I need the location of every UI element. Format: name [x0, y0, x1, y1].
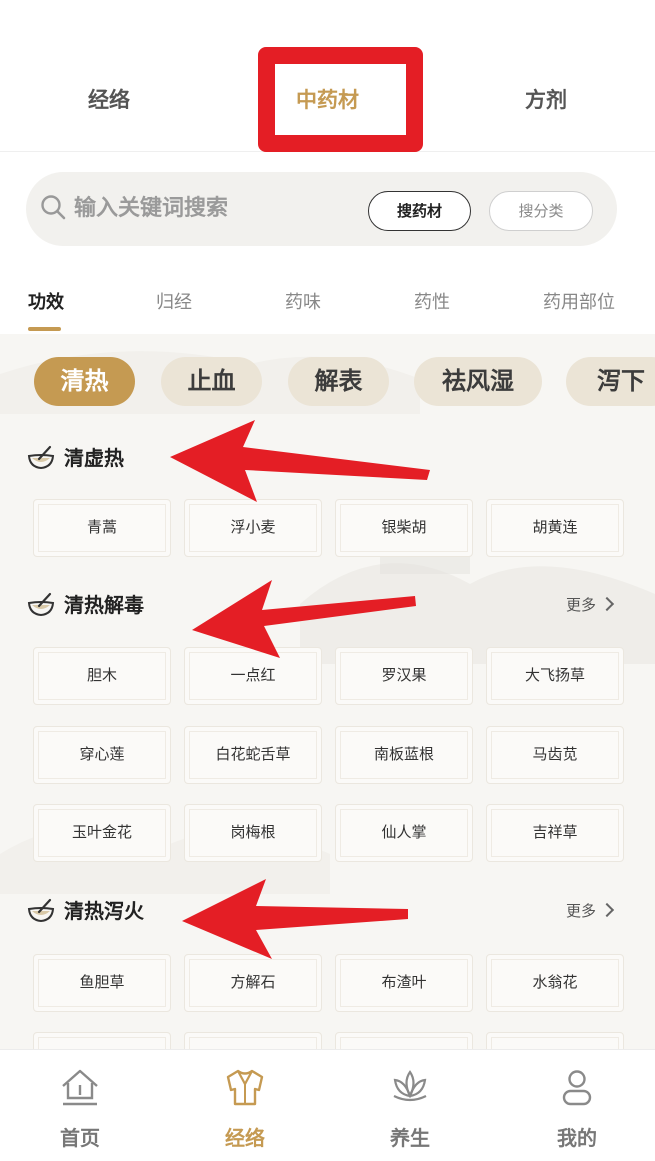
- herb-card[interactable]: 白花蛇舌草: [184, 726, 322, 784]
- search-bar: 搜药材 搜分类: [26, 172, 617, 246]
- more-label: 更多: [565, 902, 596, 920]
- more-link[interactable]: 更多: [565, 590, 615, 620]
- herb-card[interactable]: 胡黄连: [486, 499, 624, 557]
- chevron-right-icon: [599, 596, 615, 612]
- search-input[interactable]: [74, 188, 364, 228]
- robe-icon: [226, 1069, 264, 1106]
- nav-wellness[interactable]: 养生: [350, 1050, 470, 1161]
- herb-card[interactable]: 胆木: [33, 647, 171, 705]
- home-icon: [62, 1069, 98, 1106]
- tab-nature[interactable]: 药性: [414, 288, 450, 314]
- annotation-arrow: [182, 879, 408, 959]
- herb-card[interactable]: 银柴胡: [335, 499, 473, 557]
- nav-label: 经络: [225, 1126, 265, 1150]
- herb-card[interactable]: [335, 1032, 473, 1049]
- herb-card[interactable]: 玉叶金花: [33, 804, 171, 862]
- mortar-bowl-icon: [27, 592, 55, 617]
- top-tab-bar: 经络 中药材 方剂: [0, 0, 655, 152]
- herb-card[interactable]: 青蒿: [33, 499, 171, 557]
- chevron-right-icon: [599, 902, 615, 918]
- herb-card[interactable]: [184, 1032, 322, 1049]
- tab-active-indicator: [28, 327, 61, 331]
- nav-label: 首页: [60, 1126, 100, 1150]
- herb-card[interactable]: 岗梅根: [184, 804, 322, 862]
- nav-label: 我的: [557, 1126, 597, 1150]
- nav-label: 养生: [390, 1126, 430, 1150]
- mortar-bowl-icon: [27, 445, 55, 470]
- more-label: 更多: [565, 596, 596, 614]
- section-title: 清热解毒: [64, 593, 144, 617]
- pill-purgation[interactable]: 泻下: [566, 357, 655, 406]
- annotation-highlight-box: [258, 47, 423, 152]
- search-herb-button[interactable]: 搜药材: [368, 191, 471, 231]
- tab-meridians[interactable]: 经络: [88, 84, 130, 114]
- pill-clear-heat[interactable]: 清热: [34, 357, 135, 406]
- herb-card[interactable]: 水翁花: [486, 954, 624, 1012]
- herb-card[interactable]: 穿心莲: [33, 726, 171, 784]
- lotus-icon: [393, 1070, 427, 1102]
- herb-card[interactable]: [486, 1032, 624, 1049]
- tab-meridian-tropism[interactable]: 归经: [156, 288, 192, 314]
- herb-card[interactable]: 浮小麦: [184, 499, 322, 557]
- section-title: 清虚热: [64, 446, 124, 470]
- annotation-arrow: [192, 580, 416, 658]
- pill-release-exterior[interactable]: 解表: [288, 357, 389, 406]
- bottom-nav: 首页 经络 养生 我的: [0, 1049, 655, 1161]
- tab-medicinal-part[interactable]: 药用部位: [543, 288, 615, 314]
- herb-card[interactable]: 布渣叶: [335, 954, 473, 1012]
- tab-flavor[interactable]: 药味: [285, 288, 321, 314]
- herb-card[interactable]: [33, 1032, 171, 1049]
- search-category-button[interactable]: 搜分类: [489, 191, 593, 231]
- herb-card[interactable]: 南板蓝根: [335, 726, 473, 784]
- more-link[interactable]: 更多: [565, 896, 615, 926]
- category-tab-bar: 功效 归经 药味 药性 药用部位: [0, 270, 655, 334]
- herb-card[interactable]: 方解石: [184, 954, 322, 1012]
- nav-home[interactable]: 首页: [20, 1050, 140, 1161]
- annotation-arrow: [170, 420, 430, 502]
- section-title: 清热泻火: [64, 899, 144, 923]
- herb-card[interactable]: 仙人掌: [335, 804, 473, 862]
- search-icon: [41, 195, 66, 220]
- tab-efficacy[interactable]: 功效: [28, 288, 64, 314]
- pill-stop-bleeding[interactable]: 止血: [161, 357, 262, 406]
- herb-card[interactable]: 吉祥草: [486, 804, 624, 862]
- herb-card[interactable]: 鱼胆草: [33, 954, 171, 1012]
- nav-profile[interactable]: 我的: [517, 1050, 637, 1161]
- nav-meridians[interactable]: 经络: [185, 1050, 305, 1161]
- herb-card[interactable]: 大飞扬草: [486, 647, 624, 705]
- pill-dispel-wind-damp[interactable]: 祛风湿: [414, 357, 542, 406]
- herb-card[interactable]: 马齿苋: [486, 726, 624, 784]
- tab-formulas[interactable]: 方剂: [525, 84, 567, 114]
- user-icon: [562, 1070, 592, 1106]
- content-area: 清热 止血 解表 祛风湿 泻下 清虚热 青蒿 浮小麦 银柴胡 胡黄连 清热解毒 …: [0, 334, 655, 1049]
- mortar-bowl-icon: [27, 898, 55, 923]
